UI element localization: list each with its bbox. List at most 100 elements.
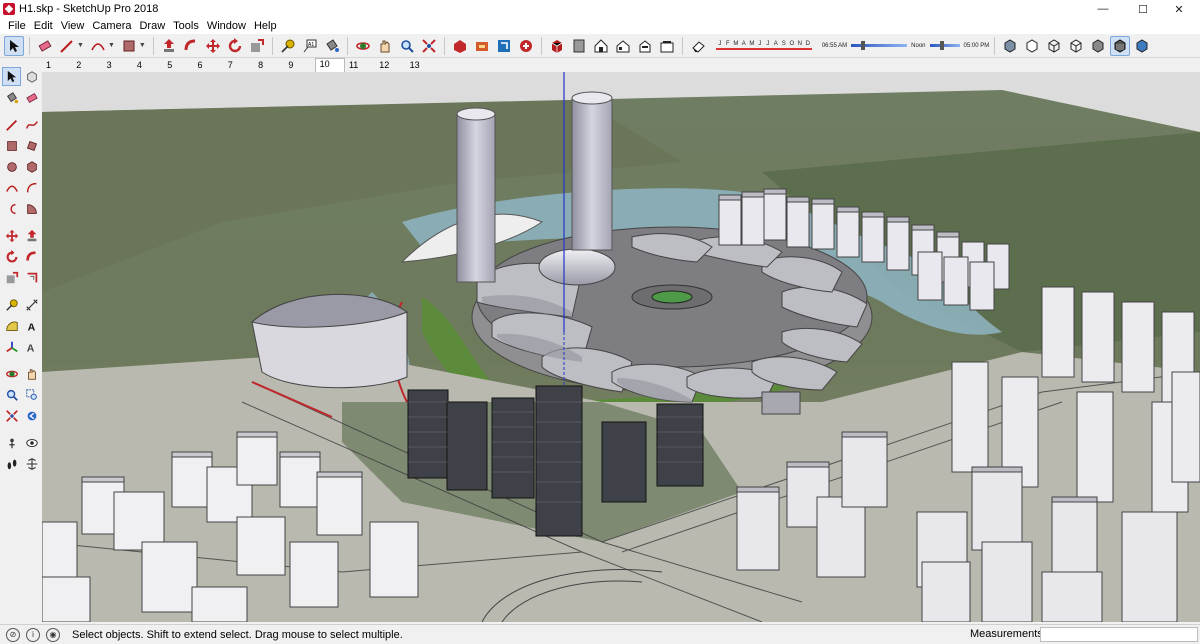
- time-slider-track[interactable]: [851, 41, 908, 50]
- protractor-icon[interactable]: [2, 316, 21, 335]
- offset-icon[interactable]: [22, 268, 41, 287]
- orbit-icon[interactable]: [353, 36, 373, 56]
- tape-measure-icon[interactable]: [278, 36, 298, 56]
- dimension-icon[interactable]: [22, 295, 41, 314]
- push-pull-icon[interactable]: [159, 36, 179, 56]
- scene-tab[interactable]: 1: [42, 60, 72, 70]
- scene-tab[interactable]: 2: [72, 60, 102, 70]
- style-back-edges-icon[interactable]: [1022, 36, 1042, 56]
- line-tool-icon[interactable]: [2, 115, 21, 134]
- pan-icon[interactable]: [375, 36, 395, 56]
- zoom-icon[interactable]: [2, 385, 21, 404]
- user-account-icon[interactable]: ◉: [46, 627, 60, 642]
- scene-tab-active[interactable]: 10: [314, 58, 345, 72]
- scene-tab[interactable]: 13: [406, 60, 436, 70]
- three-point-arc-icon[interactable]: [2, 199, 21, 218]
- scene-tab[interactable]: 8: [254, 60, 284, 70]
- menu-window[interactable]: Window: [203, 20, 250, 32]
- scene-tab[interactable]: 3: [103, 60, 133, 70]
- view-left-icon[interactable]: [657, 36, 677, 56]
- menu-view[interactable]: View: [57, 20, 89, 32]
- circle-icon[interactable]: [2, 157, 21, 176]
- menu-help[interactable]: Help: [250, 20, 281, 32]
- style-shaded-icon[interactable]: [1088, 36, 1108, 56]
- 3d-warehouse-icon[interactable]: [450, 36, 470, 56]
- layout-icon[interactable]: [494, 36, 514, 56]
- previous-view-icon[interactable]: [22, 406, 41, 425]
- pan-icon[interactable]: [22, 364, 41, 383]
- rotated-rectangle-icon[interactable]: [22, 136, 41, 155]
- menu-tools[interactable]: Tools: [169, 20, 203, 32]
- style-monochrome-icon[interactable]: [1132, 36, 1152, 56]
- axes-icon[interactable]: [2, 337, 21, 356]
- eraser-icon[interactable]: [35, 36, 55, 56]
- arc-tool-icon[interactable]: [88, 36, 108, 56]
- shape-dropdown-icon[interactable]: ▼: [139, 42, 146, 49]
- time-slider-track-2[interactable]: [929, 41, 960, 50]
- scene-tab[interactable]: 5: [163, 60, 193, 70]
- view-back-icon[interactable]: [635, 36, 655, 56]
- position-camera-icon[interactable]: [2, 433, 21, 452]
- arc-dropdown-icon[interactable]: ▼: [108, 42, 115, 49]
- select-tool-icon[interactable]: [4, 35, 24, 56]
- section-plane-icon[interactable]: [22, 454, 41, 473]
- eraser-icon[interactable]: [22, 88, 41, 107]
- 3d-text-icon[interactable]: A: [22, 337, 41, 356]
- scale-icon[interactable]: [2, 268, 21, 287]
- polygon-icon[interactable]: [22, 157, 41, 176]
- paint-bucket-icon[interactable]: [2, 88, 21, 107]
- style-textured-icon[interactable]: [1110, 35, 1131, 56]
- shadows-toggle-icon[interactable]: [688, 36, 708, 56]
- shadow-time-slider[interactable]: 06:55 AM Noon 05:00 PM: [822, 41, 989, 50]
- scale-icon[interactable]: [247, 36, 267, 56]
- scene-tab[interactable]: 6: [193, 60, 223, 70]
- menu-file[interactable]: File: [4, 20, 30, 32]
- rectangle-icon[interactable]: [2, 136, 21, 155]
- scene-tab[interactable]: 4: [133, 60, 163, 70]
- zoom-extents-icon[interactable]: [419, 36, 439, 56]
- tape-measure-icon[interactable]: [2, 295, 21, 314]
- zoom-icon[interactable]: [397, 36, 417, 56]
- paint-bucket-icon[interactable]: [322, 36, 342, 56]
- view-iso-icon[interactable]: [547, 36, 567, 56]
- follow-me-icon[interactable]: [181, 36, 201, 56]
- orbit-icon[interactable]: [2, 364, 21, 383]
- text-tool-icon[interactable]: A: [22, 316, 41, 335]
- scene-tab[interactable]: 9: [284, 60, 314, 70]
- line-tool-icon[interactable]: [57, 36, 77, 56]
- move-icon[interactable]: [203, 36, 223, 56]
- view-front-icon[interactable]: [591, 36, 611, 56]
- menu-draw[interactable]: Draw: [135, 20, 169, 32]
- scene-tab[interactable]: 11: [345, 60, 375, 70]
- rotate-icon[interactable]: [2, 247, 21, 266]
- geo-location-icon[interactable]: ⊘: [6, 627, 20, 642]
- rotate-icon[interactable]: [225, 36, 245, 56]
- text-tool-icon[interactable]: A1: [300, 36, 320, 56]
- zoom-window-icon[interactable]: [22, 385, 41, 404]
- menu-camera[interactable]: Camera: [88, 20, 135, 32]
- instructor-icon[interactable]: i: [26, 627, 40, 642]
- push-pull-icon[interactable]: [22, 226, 41, 245]
- close-button[interactable]: ✕: [1156, 0, 1200, 18]
- menu-edit[interactable]: Edit: [30, 20, 57, 32]
- extension-warehouse-icon[interactable]: [472, 36, 492, 56]
- scene-tab[interactable]: 7: [224, 60, 254, 70]
- style-hidden-line-icon[interactable]: [1066, 36, 1086, 56]
- style-xray-icon[interactable]: [1000, 36, 1020, 56]
- view-right-icon[interactable]: [613, 36, 633, 56]
- follow-me-icon[interactable]: [22, 247, 41, 266]
- walk-icon[interactable]: [2, 454, 21, 473]
- make-component-icon[interactable]: [22, 67, 41, 86]
- scene-tab[interactable]: 12: [375, 60, 405, 70]
- freehand-icon[interactable]: [22, 115, 41, 134]
- view-top-icon[interactable]: [569, 36, 589, 56]
- shape-tool-icon[interactable]: [119, 36, 139, 56]
- line-dropdown-icon[interactable]: ▼: [77, 42, 84, 49]
- measurements-input[interactable]: [1040, 627, 1198, 642]
- model-viewport[interactable]: [42, 72, 1200, 622]
- arc-icon[interactable]: [2, 178, 21, 197]
- style-wireframe-icon[interactable]: [1044, 36, 1064, 56]
- move-icon[interactable]: [2, 226, 21, 245]
- zoom-extents-icon[interactable]: [2, 406, 21, 425]
- two-point-arc-icon[interactable]: [22, 178, 41, 197]
